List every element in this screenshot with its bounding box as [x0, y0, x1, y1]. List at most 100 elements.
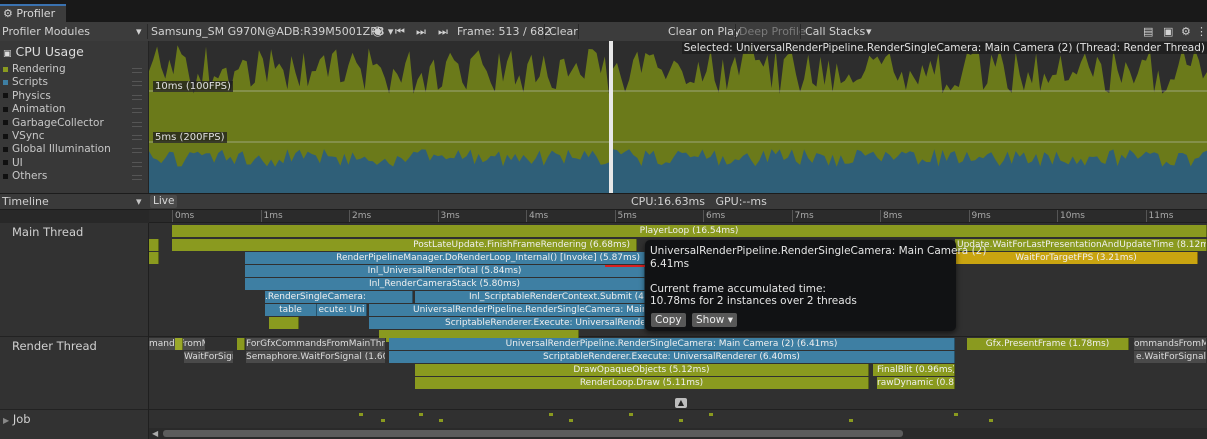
- legend-item[interactable]: Physics: [3, 90, 51, 102]
- sample-drawopaqueobjects[interactable]: DrawOpaqueObjects (5.12ms): [415, 364, 869, 376]
- legend-item[interactable]: VSync: [3, 130, 45, 142]
- timeline-scrollbar[interactable]: ◀: [149, 428, 1207, 439]
- sample-table[interactable]: table: [265, 304, 317, 316]
- job-sample[interactable]: [549, 413, 553, 416]
- job-sample[interactable]: [381, 419, 385, 422]
- sample-inl-universalrendertotal[interactable]: Inl_UniversalRenderTotal (5.84ms): [245, 265, 645, 277]
- scroll-left-icon[interactable]: ◀: [152, 429, 158, 438]
- drag-handle-icon[interactable]: [132, 81, 142, 87]
- copy-button[interactable]: Copy: [651, 313, 686, 327]
- render-thread-label[interactable]: Render Thread: [12, 339, 97, 353]
- scrollbar-thumb[interactable]: [163, 430, 903, 437]
- drag-handle-icon[interactable]: [132, 161, 142, 167]
- cpu-usage-chart[interactable]: 10ms (100FPS) 5ms (200FPS) Selected: Uni…: [149, 41, 1207, 193]
- sample-scriptablerenderer-execute[interactable]: ScriptableRenderer.Execute: UniversalRen…: [369, 317, 645, 329]
- drag-handle-icon[interactable]: [132, 135, 142, 140]
- sample-gfx-commands[interactable]: ForGfxCommandsFromMainThread: [246, 338, 386, 350]
- sample-inl-submit[interactable]: Inl_ScriptableRenderContext.Submit (4.50…: [415, 291, 645, 303]
- expand-up-icon[interactable]: ▲: [675, 398, 687, 408]
- sample-drawdynamic[interactable]: rawDynamic (0.8: [877, 377, 955, 389]
- selected-frame-marker[interactable]: [609, 41, 613, 193]
- legend-item[interactable]: Scripts: [3, 76, 48, 88]
- sample-gfx-presentframe[interactable]: Gfx.PresentFrame (1.78ms): [967, 338, 1129, 350]
- cpu-usage-graph[interactable]: [149, 41, 1207, 193]
- drag-handle-icon[interactable]: [132, 121, 142, 127]
- main-thread-label[interactable]: Main Thread: [12, 225, 83, 239]
- thread-divider: [0, 409, 148, 410]
- profiler-modules-dropdown[interactable]: Profiler Modules: [2, 22, 90, 41]
- sample-wait-signal-right[interactable]: e.WaitForSignal: [1134, 351, 1207, 363]
- job-sample[interactable]: [679, 419, 683, 422]
- sample-commands-from-main-right[interactable]: ommandsFromMa: [1134, 338, 1207, 350]
- job-sample[interactable]: [359, 413, 363, 416]
- sample-semaphore-wait[interactable]: Semaphore.WaitForSignal (1.60ms): [246, 351, 386, 363]
- live-button[interactable]: Live: [150, 195, 178, 208]
- clear-on-play-button[interactable]: Clear on Play: [668, 22, 740, 41]
- sample-scriptablerenderer-execute-2[interactable]: ScriptableRenderer.Execute: UniversalRen…: [389, 351, 955, 363]
- save-icon[interactable]: ▣: [1163, 22, 1173, 41]
- job-thread-group[interactable]: ▶ Job: [3, 412, 31, 426]
- sample-wait-signal[interactable]: WaitForSign: [184, 351, 234, 363]
- drag-handle-icon[interactable]: [132, 68, 142, 73]
- job-sample[interactable]: [439, 419, 443, 422]
- last-frame-icon[interactable]: ⏭: [438, 22, 448, 41]
- job-sample[interactable]: [849, 419, 853, 422]
- sample-small[interactable]: [149, 252, 159, 264]
- sample-waitfortargetfps[interactable]: WaitForTargetFPS (3.21ms): [955, 252, 1198, 264]
- sample-renderloop-draw[interactable]: RenderLoop.Draw (5.11ms): [415, 377, 869, 389]
- job-sample[interactable]: [989, 419, 993, 422]
- call-stacks-dropdown[interactable]: Call Stacks: [805, 22, 865, 41]
- sample-finalblit[interactable]: FinalBlit (0.96ms): [873, 364, 955, 376]
- toolbar-divider: [147, 24, 148, 39]
- target-device-dropdown[interactable]: Samsung_SM G970N@ADB:R39M5001ZPB ▾: [151, 22, 393, 41]
- job-sample[interactable]: [709, 413, 713, 416]
- first-frame-icon[interactable]: ⏮: [395, 22, 405, 41]
- sample-execute-uni[interactable]: ecute: Uni: [317, 304, 367, 316]
- job-sample[interactable]: [954, 413, 958, 416]
- sample-renderpipelinemanager[interactable]: RenderPipelineManager.DoRenderLoop_Inter…: [245, 252, 645, 264]
- chevron-down-icon[interactable]: ▾: [866, 22, 872, 41]
- show-dropdown[interactable]: Show ▾: [692, 313, 737, 327]
- time-ruler[interactable]: 0ms 1ms 2ms 3ms 4ms 5ms 6ms 7ms 8ms 9ms 10ms 11ms: [149, 210, 1207, 223]
- drag-handle-icon[interactable]: [132, 94, 142, 100]
- legend-item[interactable]: Animation: [3, 103, 66, 115]
- legend-item[interactable]: UI: [3, 157, 23, 169]
- load-icon[interactable]: ▤: [1143, 22, 1153, 41]
- job-sample[interactable]: [629, 413, 633, 416]
- legend-item[interactable]: Rendering: [3, 63, 66, 75]
- ruler-tick: 8ms: [880, 210, 902, 222]
- drag-handle-icon[interactable]: [132, 108, 142, 114]
- sample-wait-last-presentation[interactable]: Update.WaitForLastPresentationAndUpdateT…: [955, 239, 1207, 251]
- sample-small[interactable]: [269, 317, 299, 329]
- drag-handle-icon[interactable]: [132, 175, 142, 181]
- job-sample[interactable]: [419, 413, 423, 416]
- sample-urp-main-camera[interactable]: UniversalRenderPipeline.RenderSingleCame…: [369, 304, 645, 316]
- drag-handle-icon[interactable]: [132, 148, 142, 154]
- sample-small[interactable]: [175, 338, 183, 350]
- chevron-down-icon[interactable]: ▾: [136, 22, 142, 41]
- more-options-icon[interactable]: ⋮: [1196, 22, 1207, 41]
- sample-rendersinglecamera[interactable]: .RenderSingleCamera:: [265, 291, 413, 303]
- selection-underline: [605, 265, 645, 267]
- next-frame-icon[interactable]: ⏭: [416, 22, 426, 41]
- sample-playerloop[interactable]: PlayerLoop (16.54ms): [172, 225, 1207, 237]
- sample-urp-render-camera[interactable]: UniversalRenderPipeline.RenderSingleCame…: [389, 338, 955, 350]
- selected-sample-label: Selected: UniversalRenderPipeline.Render…: [681, 42, 1207, 54]
- clear-button[interactable]: Clear: [549, 22, 578, 41]
- settings-icon[interactable]: ⚙: [1181, 22, 1191, 41]
- legend-item[interactable]: Global Illumination: [3, 143, 111, 155]
- view-mode-dropdown[interactable]: Timeline: [2, 194, 49, 209]
- legend-item[interactable]: Others: [3, 170, 47, 182]
- record-icon[interactable]: ◉: [372, 22, 383, 41]
- sample-inl-rendercamerastack[interactable]: Inl_RenderCameraStack (5.80ms): [245, 278, 645, 290]
- sample-postlateupdate[interactable]: PostLateUpdate.FinishFrameRendering (6.6…: [172, 239, 637, 251]
- cpu-module-panel[interactable]: ▣ CPU Usage Rendering Scripts Physics Anima…: [0, 41, 149, 193]
- sample-small[interactable]: [149, 239, 159, 251]
- chevron-right-icon: ▶: [3, 416, 10, 425]
- profiler-tab[interactable]: ⚙ Profiler: [0, 4, 66, 22]
- job-sample[interactable]: [569, 419, 573, 422]
- sample-small[interactable]: [237, 338, 245, 350]
- legend-item[interactable]: GarbageCollector: [3, 117, 104, 129]
- deep-profile-button[interactable]: Deep Profile: [739, 22, 806, 41]
- chevron-down-icon[interactable]: ▾: [136, 194, 142, 209]
